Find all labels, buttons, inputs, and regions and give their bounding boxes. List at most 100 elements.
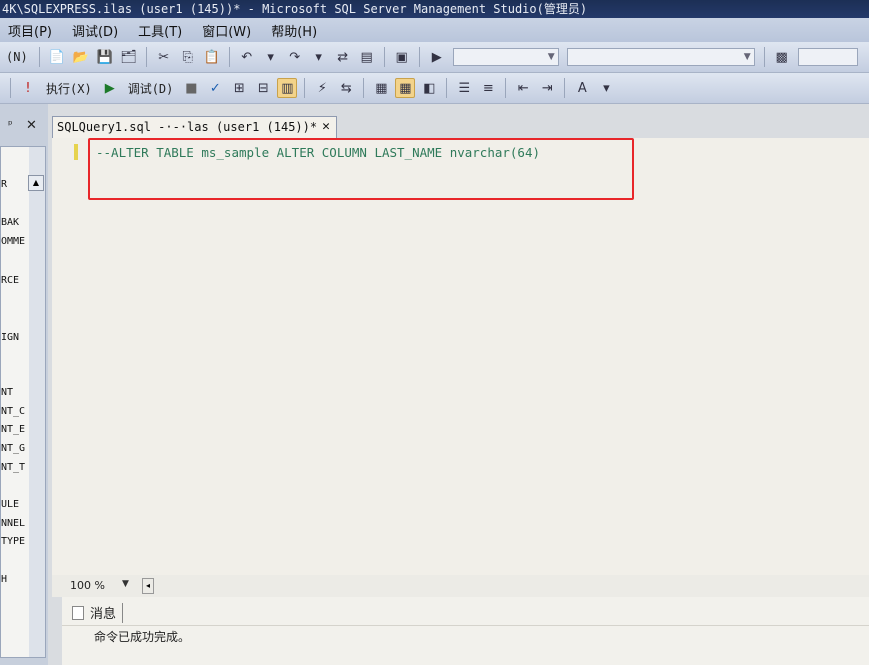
chevron-down-icon: ▼ (547, 52, 555, 62)
stop-icon[interactable]: ■ (181, 78, 201, 98)
toolbar-separator (145, 47, 147, 67)
dropdown-arrow-icon[interactable]: ▾ (261, 47, 281, 67)
highlight-annotation-box (88, 138, 634, 200)
window-title: 4K\SQLEXPRESS.ilas (user1 (145))* - Micr… (2, 2, 588, 16)
menu-help[interactable]: 帮助(H) (269, 21, 319, 40)
results-to-grid-icon[interactable]: ▦ (395, 78, 416, 98)
increase-indent-icon[interactable]: ⇥ (537, 78, 557, 98)
intellisense-icon[interactable]: ⚡ (312, 78, 332, 98)
divider (62, 625, 869, 626)
list-item[interactable]: RCE (1, 275, 19, 286)
list-item[interactable]: ULE (1, 499, 19, 510)
new-file-icon[interactable]: 📄 (47, 47, 67, 67)
toolbar-separator (446, 78, 448, 98)
toolbar-separator (418, 47, 420, 67)
editor-status-bar: 100 % ▼ ◂ (52, 575, 869, 597)
copy-icon[interactable]: ⎘ (178, 47, 198, 67)
chevron-down-icon[interactable]: ▼ (122, 579, 129, 589)
execute-button[interactable]: 执行(X) (46, 80, 92, 97)
messages-tab-label: 消息 (90, 607, 117, 622)
parse-check-icon[interactable]: ✓ (205, 78, 225, 98)
tab-title: SQLQuery1.sql -·-·las (user1 (145))* (57, 120, 318, 134)
toolbar-overflow-icon[interactable]: ▾ (596, 78, 616, 98)
change-connection-icon[interactable]: ⇆ (336, 78, 356, 98)
find-combo[interactable]: ▼ (566, 48, 755, 66)
specify-values-icon[interactable]: A (572, 78, 592, 98)
query-editor[interactable]: --ALTER TABLE ms_sample ALTER COLUMN LAS… (52, 138, 869, 575)
paste-icon[interactable]: 📋 (202, 47, 222, 67)
object-explorer-tree[interactable]: R BAK OMME RCE IGN NT NT_C NT_E NT_G NT_… (0, 146, 46, 658)
list-item[interactable]: NT_C (1, 406, 25, 417)
menu-project[interactable]: 项目(P) (6, 21, 54, 40)
results-to-text-icon[interactable]: ▦ (371, 78, 391, 98)
zoom-level[interactable]: 100 % (70, 579, 105, 592)
chevron-down-icon: ▼ (743, 52, 751, 62)
new-query-label[interactable]: (N) (6, 50, 28, 64)
list-item[interactable]: NT_T (1, 462, 25, 473)
activity-monitor-icon[interactable]: ▣ (392, 47, 412, 67)
list-item[interactable]: R (1, 179, 7, 190)
menu-window[interactable]: 窗口(W) (200, 21, 253, 40)
toolbar-separator (505, 78, 507, 98)
dropdown-arrow-icon[interactable]: ▾ (309, 47, 329, 67)
list-item[interactable]: TYPE (1, 536, 25, 547)
change-marker (74, 144, 78, 160)
window-title-bar: 4K\SQLEXPRESS.ilas (user1 (145))* - Micr… (0, 0, 869, 18)
solution-config-combo[interactable]: ▼ (452, 48, 559, 66)
comment-icon[interactable]: ☰ (454, 78, 474, 98)
toolbar-separator (363, 78, 365, 98)
toolbar-separator (564, 78, 566, 98)
tab-messages[interactable]: 消息 (72, 603, 124, 623)
message-text: 命令已成功完成。 (94, 630, 191, 644)
properties-icon[interactable]: ▤ (357, 47, 377, 67)
standard-toolbar: (N) 📄 📂 💾 🗂 ✂ ⎘ 📋 ↶ ▾ ↷ ▾ ⇄ ▤ ▣ ▶ ▼ ▼ ▩ (0, 42, 869, 73)
menu-bar: 项目(P) 调试(D) 工具(T) 窗口(W) 帮助(H) (0, 18, 869, 42)
search-combo[interactable] (797, 48, 858, 66)
include-plan-icon[interactable]: ◧ (419, 78, 439, 98)
scroll-left-arrow-icon[interactable]: ◂ (142, 578, 154, 594)
messages-pane: 消息 命令已成功完成。 (62, 597, 869, 665)
uncomment-icon[interactable]: ≡ (478, 78, 498, 98)
list-item[interactable]: H (1, 574, 7, 585)
close-icon[interactable]: ✕ (26, 118, 37, 133)
query-options-icon[interactable]: ⊟ (253, 78, 273, 98)
tab-sqlquery1[interactable]: SQLQuery1.sql -·-·las (user1 (145))* ✕ (52, 116, 337, 138)
debug-play-icon[interactable]: ▶ (100, 78, 120, 98)
message-icon (72, 606, 84, 620)
list-item[interactable]: OMME (1, 236, 25, 247)
decrease-indent-icon[interactable]: ⇤ (513, 78, 533, 98)
cut-icon[interactable]: ✂ (154, 47, 174, 67)
toolbar-separator (763, 47, 765, 67)
execute-icon[interactable]: ! (18, 78, 38, 98)
pin-icon[interactable]: ᵖ (8, 118, 13, 131)
debug-button[interactable]: 调试(D) (128, 80, 174, 97)
menu-tools[interactable]: 工具(T) (136, 21, 184, 40)
save-icon[interactable]: 💾 (95, 47, 115, 67)
estimated-plan-icon[interactable]: ⊞ (229, 78, 249, 98)
toolbar-separator (10, 78, 11, 98)
object-explorer-panel: R BAK OMME RCE IGN NT NT_C NT_E NT_G NT_… (0, 104, 48, 665)
list-item[interactable]: NT_E (1, 424, 25, 435)
vertical-scrollbar[interactable]: ▲ (28, 147, 45, 657)
undo-icon[interactable]: ↶ (237, 47, 257, 67)
toolbar-separator (228, 47, 230, 67)
toolbox-icon[interactable]: ▩ (772, 47, 792, 67)
toolbar-separator (304, 78, 306, 98)
results-to-file-icon[interactable]: ▥ (277, 78, 298, 98)
list-item[interactable]: IGN (1, 332, 19, 343)
list-item[interactable]: NT_G (1, 443, 25, 454)
navigate-icon[interactable]: ⇄ (333, 47, 353, 67)
list-item[interactable]: NNEL (1, 518, 25, 529)
close-icon[interactable]: ✕ (322, 117, 330, 137)
sql-editor-toolbar: ! 执行(X) ▶ 调试(D) ■ ✓ ⊞ ⊟ ▥ ⚡ ⇆ ▦ ▦ ◧ ☰ ≡ … (0, 73, 869, 104)
save-all-icon[interactable]: 🗂 (119, 47, 139, 67)
toolbar-separator (383, 47, 385, 67)
menu-debug[interactable]: 调试(D) (70, 21, 120, 40)
redo-icon[interactable]: ↷ (285, 47, 305, 67)
start-icon[interactable]: ▶ (427, 47, 447, 67)
list-item[interactable]: NT (1, 387, 13, 398)
toolbar-separator (38, 47, 40, 67)
list-item[interactable]: BAK (1, 217, 19, 228)
open-file-icon[interactable]: 📂 (71, 47, 91, 67)
scroll-up-arrow-icon[interactable]: ▲ (28, 175, 44, 191)
